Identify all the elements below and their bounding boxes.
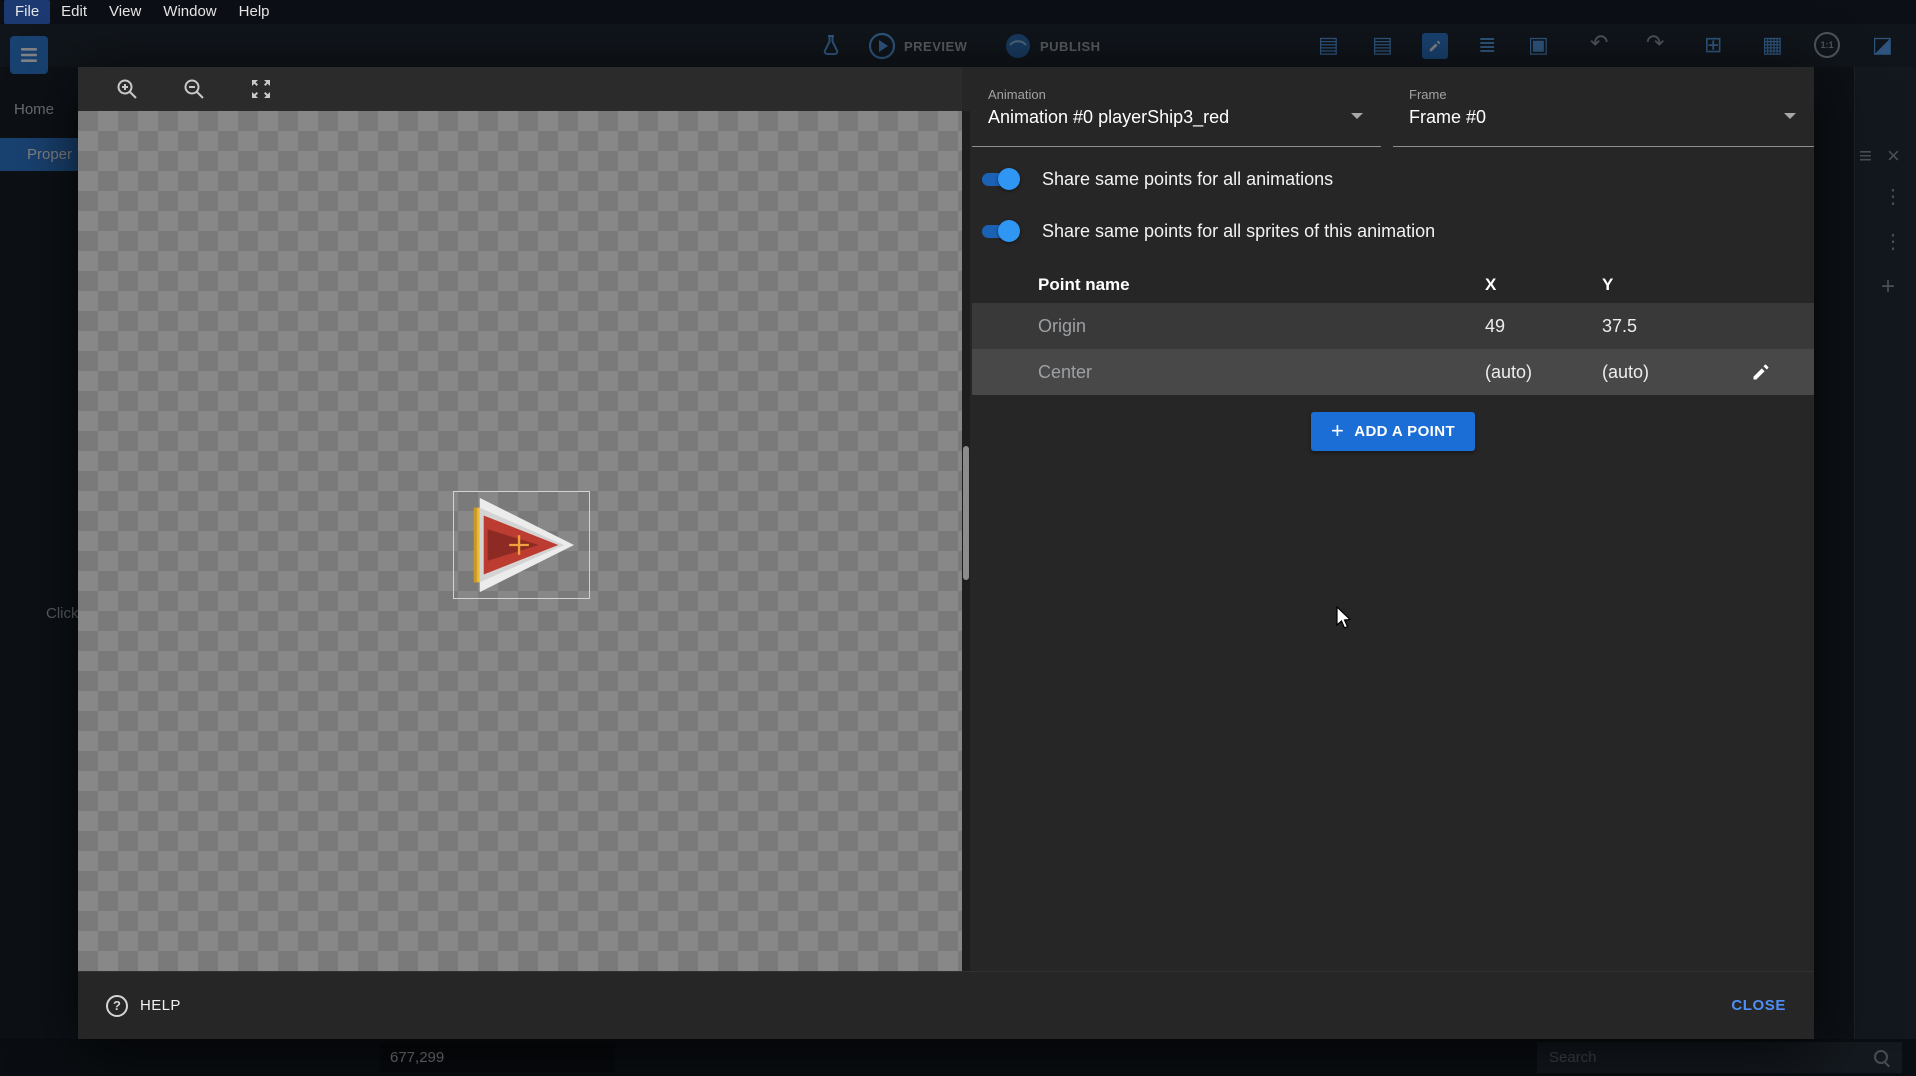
frame-select-value: Frame #0: [1409, 107, 1486, 128]
menu-file[interactable]: File: [4, 0, 50, 24]
menu-edit[interactable]: Edit: [50, 0, 98, 24]
points-table-header: Point name X Y: [972, 267, 1814, 303]
fit-to-screen-button[interactable]: [248, 76, 274, 102]
fullscreen-icon: [249, 77, 273, 101]
dialog-footer: ? HELP CLOSE: [78, 971, 1814, 1039]
sprite-canvas[interactable]: [78, 111, 962, 971]
add-point-button[interactable]: + ADD A POINT: [1311, 412, 1475, 451]
point-y-value: 37.5: [1602, 316, 1744, 337]
column-y: Y: [1602, 275, 1744, 295]
menu-window[interactable]: Window: [152, 0, 227, 24]
close-button[interactable]: CLOSE: [1717, 987, 1800, 1024]
toggle-label: Share same points for all animations: [1042, 169, 1333, 190]
canvas-toolbar: [78, 67, 962, 111]
toggle-switch[interactable]: [978, 168, 1020, 190]
edit-points-dialog: Animation Animation #0 playerShip3_red F…: [78, 67, 1814, 1039]
help-button[interactable]: ? HELP: [98, 987, 189, 1025]
mouse-cursor: [1336, 606, 1358, 630]
animation-select[interactable]: Animation Animation #0 playerShip3_red: [972, 79, 1381, 147]
pencil-icon: [1751, 362, 1771, 382]
chevron-down-icon: [1351, 113, 1363, 119]
point-name: Center: [972, 362, 1485, 383]
menubar: File Edit View Window Help: [0, 0, 1916, 24]
toggle-share-all-animations[interactable]: Share same points for all animations: [978, 161, 1814, 197]
animation-select-value: Animation #0 playerShip3_red: [988, 107, 1229, 128]
zoom-in-icon: [115, 77, 139, 101]
frame-select-label: Frame: [1409, 87, 1447, 102]
toggle-switch[interactable]: [978, 220, 1020, 242]
add-point-label: ADD A POINT: [1354, 423, 1455, 440]
column-point-name: Point name: [972, 275, 1485, 295]
zoom-in-button[interactable]: [114, 76, 140, 102]
point-x-value: 49: [1485, 316, 1602, 337]
help-label: HELP: [140, 997, 181, 1014]
menu-help[interactable]: Help: [228, 0, 281, 24]
toggle-share-all-sprites[interactable]: Share same points for all sprites of thi…: [978, 213, 1814, 249]
point-name: Origin: [972, 316, 1485, 337]
point-x-value: (auto): [1485, 362, 1602, 383]
sprite-preview[interactable]: [453, 491, 590, 599]
help-icon: ?: [106, 995, 128, 1017]
player-ship-sprite: [454, 492, 589, 598]
edit-point-button[interactable]: [1744, 355, 1778, 389]
zoom-out-icon: [182, 77, 206, 101]
points-side-panel: Animation Animation #0 playerShip3_red F…: [972, 67, 1814, 971]
zoom-out-button[interactable]: [181, 76, 207, 102]
chevron-down-icon: [1784, 113, 1796, 119]
point-row-origin[interactable]: Origin 49 37.5: [972, 303, 1814, 349]
column-x: X: [1485, 275, 1602, 295]
toggle-label: Share same points for all sprites of thi…: [1042, 221, 1435, 242]
canvas-scrollbar[interactable]: [962, 111, 970, 971]
point-y-value: (auto): [1602, 362, 1744, 383]
scrollbar-thumb[interactable]: [963, 446, 969, 580]
point-row-center[interactable]: Center (auto) (auto): [972, 349, 1814, 395]
plus-icon: +: [1331, 420, 1344, 442]
animation-select-label: Animation: [988, 87, 1046, 102]
frame-select[interactable]: Frame Frame #0: [1393, 79, 1814, 147]
menu-view[interactable]: View: [98, 0, 152, 24]
